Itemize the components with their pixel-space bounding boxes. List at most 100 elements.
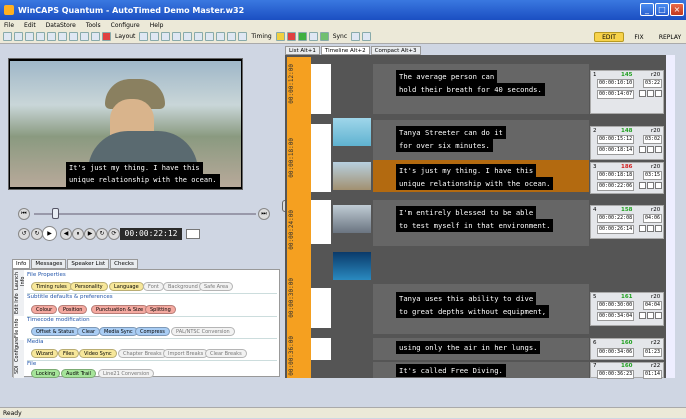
in-time[interactable]: 00:00:34:06 — [597, 348, 635, 357]
pause-icon[interactable]: ⏸ — [72, 228, 84, 240]
chip-files[interactable]: Files — [58, 349, 79, 358]
open-file-icon[interactable] — [14, 32, 23, 41]
timecode-input-box[interactable] — [186, 229, 200, 239]
subtitle-meta[interactable]: 5 161 r20 00:00:30:00 04:04 00:00:34:04 — [590, 292, 664, 326]
copy-icon[interactable] — [58, 32, 67, 41]
seek-track[interactable] — [34, 213, 256, 215]
flag-box[interactable] — [647, 146, 654, 153]
chip-wizard[interactable]: Wizard — [31, 349, 59, 358]
chip-punctuation-size[interactable]: Punctuation & Size — [91, 305, 149, 314]
tab-speaker-list[interactable]: Speaker List — [67, 259, 110, 269]
chip-safe-area[interactable]: Safe Area — [199, 282, 234, 291]
layout-top-icon[interactable] — [172, 32, 182, 41]
chip-import-breaks[interactable]: Import Breaks — [163, 349, 209, 358]
tab-checks[interactable]: Checks — [110, 259, 138, 269]
out-time[interactable]: 00:00:34:04 — [597, 312, 635, 321]
flag-box[interactable] — [639, 90, 646, 97]
flag-box[interactable] — [639, 182, 646, 189]
rewind-loop-icon[interactable]: ↺ — [18, 228, 30, 240]
align-left-icon[interactable] — [139, 32, 149, 41]
flag-box[interactable] — [655, 146, 662, 153]
tab-compact-view[interactable]: Compact Alt+3 — [370, 46, 421, 55]
subtitle-meta[interactable]: 7 160 r22 00:00:36:23 01:14 — [590, 362, 664, 379]
seek-handle[interactable] — [52, 208, 59, 219]
new-file-icon[interactable] — [3, 32, 12, 41]
layout-bottom-icon[interactable] — [194, 32, 204, 41]
flag-box[interactable] — [655, 90, 662, 97]
flag-box[interactable] — [647, 312, 654, 319]
print-icon[interactable] — [36, 32, 45, 41]
flag-box[interactable] — [647, 225, 654, 232]
duration[interactable]: 03:02 — [643, 135, 663, 144]
duration[interactable]: 03:15 — [643, 171, 663, 180]
duration[interactable]: 01:14 — [643, 370, 663, 379]
layout-wide-icon[interactable] — [227, 32, 237, 41]
flag-box[interactable] — [639, 225, 646, 232]
shuttle-icon[interactable]: ⟳ — [108, 228, 120, 240]
flag-box[interactable] — [639, 146, 646, 153]
in-time[interactable]: 00:00:10:10 — [597, 79, 635, 88]
in-time[interactable]: 00:00:22:08 — [597, 214, 635, 223]
duration[interactable]: 01:23 — [643, 348, 663, 357]
skip-start-icon[interactable]: ⏮ — [18, 208, 30, 220]
vtab-sdi[interactable]: SDI — [13, 362, 24, 378]
chip-language[interactable]: Language — [109, 282, 144, 291]
chip-position[interactable]: Position — [58, 305, 88, 314]
chip-audit-trail[interactable]: Audit Trail — [61, 369, 96, 378]
play-icon[interactable]: ▶ — [42, 226, 57, 241]
delete-icon[interactable] — [102, 32, 111, 41]
layout-box-icon[interactable] — [238, 32, 248, 41]
out-time[interactable]: 00:00:14:07 — [597, 90, 635, 99]
minimize-button[interactable]: _ — [640, 3, 654, 16]
vtab-launch-info[interactable]: Launch Info — [13, 270, 26, 292]
close-button[interactable]: × — [670, 3, 684, 16]
timing-auto-icon[interactable] — [319, 32, 329, 41]
chip-chapter-breaks[interactable]: Chapter Breaks — [118, 349, 167, 358]
in-time[interactable]: 00:00:15:12 — [597, 135, 635, 144]
chip-locking[interactable]: Locking — [31, 369, 61, 378]
sync-icon[interactable] — [351, 32, 361, 41]
save-icon[interactable] — [25, 32, 34, 41]
tab-list-view[interactable]: List Alt+1 — [285, 46, 320, 55]
cut-icon[interactable] — [47, 32, 56, 41]
chip-compress[interactable]: Compress — [135, 327, 170, 336]
out-time[interactable]: 00:00:26:14 — [597, 225, 635, 234]
menu-file[interactable]: File — [4, 22, 14, 29]
flag-box[interactable] — [647, 90, 654, 97]
forward-loop-icon[interactable]: ↻ — [96, 228, 108, 240]
maximize-button[interactable]: □ — [655, 3, 669, 16]
menu-datastore[interactable]: DataStore — [46, 22, 76, 29]
chip-splitting[interactable]: Splitting — [145, 305, 176, 314]
timing-out-icon[interactable] — [286, 32, 296, 41]
skip-end-icon[interactable]: ⏭ — [258, 208, 270, 220]
timing-next-icon[interactable] — [297, 32, 307, 41]
tab-messages[interactable]: Messages — [31, 259, 67, 269]
chip-video-sync[interactable]: Video Sync — [79, 349, 117, 358]
in-time[interactable]: 00:00:18:18 — [597, 171, 635, 180]
out-time[interactable]: 00:00:18:14 — [597, 146, 635, 155]
step-back-icon[interactable]: ◀ — [60, 228, 72, 240]
paste-icon[interactable] — [69, 32, 78, 41]
step-forward-icon[interactable]: ▶ — [84, 228, 96, 240]
in-time[interactable]: 00:00:36:23 — [597, 370, 635, 379]
vtab-configure[interactable]: Configure — [13, 338, 24, 362]
chip-clear-breaks[interactable]: Clear Breaks — [205, 349, 247, 358]
tab-info[interactable]: Info — [12, 259, 31, 269]
layout-full-icon[interactable] — [216, 32, 226, 41]
flag-box[interactable] — [655, 225, 662, 232]
flag-box[interactable] — [655, 312, 662, 319]
subtitle-meta[interactable]: 6 160 r22 00:00:34:06 01:23 — [590, 338, 664, 360]
chip-timing-rules[interactable]: Timing rules — [31, 282, 72, 291]
subtitle-meta[interactable]: 2 148 r20 00:00:15:12 03:02 00:00:18:14 — [590, 126, 664, 160]
subtitle-meta[interactable]: 4 158 r20 00:00:22:08 04:06 00:00:26:14 — [590, 205, 664, 239]
menu-edit[interactable]: Edit — [24, 22, 36, 29]
vtab-file-info[interactable]: File Info — [13, 316, 24, 340]
tab-timeline-view[interactable]: Timeline Alt+2 — [320, 46, 370, 55]
chip-font[interactable]: Font — [143, 282, 164, 291]
flag-box[interactable] — [647, 182, 654, 189]
chip-media-sync[interactable]: Media Sync — [99, 327, 138, 336]
menu-help[interactable]: Help — [150, 22, 164, 29]
chip-line21-conversion[interactable]: Line21 Conversion — [98, 369, 155, 378]
out-time[interactable]: 00:00:22:06 — [597, 182, 635, 191]
menu-configure[interactable]: Configure — [111, 22, 140, 29]
